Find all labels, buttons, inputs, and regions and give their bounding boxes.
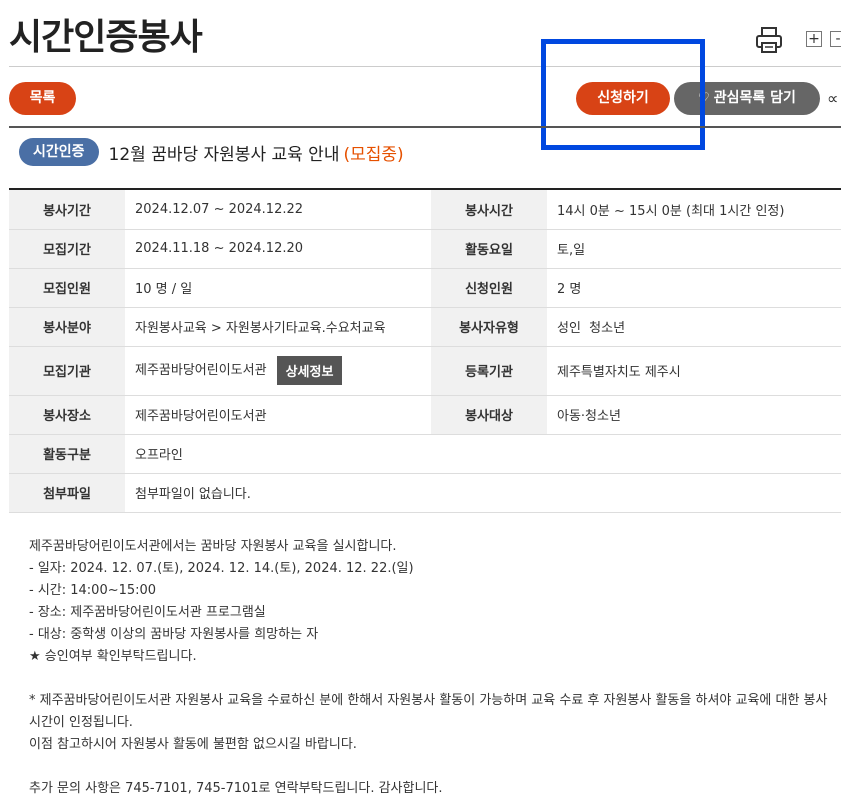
print-icon[interactable]	[753, 24, 785, 56]
share-icon[interactable]: ∝	[827, 89, 838, 108]
info-value: 토,일	[547, 229, 841, 269]
description-line: 제주꿈바당어린이도서관에서는 꿈바당 자원봉사 교육을 실시합니다.	[29, 539, 397, 554]
top-divider	[9, 66, 841, 67]
description-line: - 시간: 14:00~15:00	[29, 583, 157, 598]
info-value: 첨부파일이 없습니다.	[125, 473, 841, 513]
description-line: - 일자: 2024. 12. 07.(토), 2024. 12. 14.(토)…	[29, 561, 414, 576]
info-label: 봉사대상	[431, 395, 547, 435]
info-value: 자원봉사교육 > 자원봉사기타교육.수요처교육	[125, 307, 431, 347]
add-favorite-label: 관심목록 담기	[713, 90, 796, 106]
info-label: 모집기간	[9, 229, 125, 269]
apply-button[interactable]: 신청하기	[576, 82, 670, 115]
info-label: 등록기관	[431, 346, 547, 396]
info-value: 2024.11.18 ~ 2024.12.20	[125, 229, 431, 269]
add-favorite-button[interactable]: ♡ 관심목록 담기	[674, 82, 820, 115]
info-value: 아동·청소년	[547, 395, 841, 435]
info-label: 봉사기간	[9, 189, 125, 230]
description-line: 이점 참고하시어 자원봉사 활동에 불편함 없으시길 바랍니다.	[29, 737, 357, 752]
zoom-out-button[interactable]: -	[830, 31, 841, 47]
category-badge: 시간인증	[19, 138, 99, 166]
info-label: 봉사시간	[431, 189, 547, 230]
table-row: 봉사기간 2024.12.07 ~ 2024.12.22 봉사시간 14시 0분…	[9, 189, 841, 230]
heading-divider	[9, 126, 841, 128]
info-value: 10 명 / 일	[125, 268, 431, 308]
post-title: 12월 꿈바당 자원봉사 교육 안내	[108, 144, 340, 165]
description-line: - 장소: 제주꿈바당어린이도서관 프로그램실	[29, 605, 266, 620]
info-label: 첨부파일	[9, 473, 125, 513]
zoom-in-button[interactable]: +	[806, 31, 822, 47]
table-row: 봉사장소 제주꿈바당어린이도서관 봉사대상 아동·청소년	[9, 395, 841, 435]
info-value: 14시 0분 ~ 15시 0분 (최대 1시간 인정)	[547, 189, 841, 230]
info-label: 모집기관	[9, 346, 125, 396]
info-value: 제주꿈바당어린이도서관	[125, 395, 431, 435]
table-row: 모집기관 제주꿈바당어린이도서관 상세정보 등록기관 제주특별자치도 제주시	[9, 346, 841, 396]
info-value: 제주특별자치도 제주시	[547, 346, 841, 396]
status-badge: (모집중)	[343, 144, 404, 165]
info-table: 봉사기간 2024.12.07 ~ 2024.12.22 봉사시간 14시 0분…	[9, 188, 841, 513]
info-label: 활동요일	[431, 229, 547, 269]
info-label: 봉사장소	[9, 395, 125, 435]
info-value: 2024.12.07 ~ 2024.12.22	[125, 189, 431, 230]
info-label: 봉사자유형	[431, 307, 547, 347]
description-line: 추가 문의 사항은 745-7101, 745-7101로 연락부탁드립니다. …	[29, 781, 443, 796]
table-row: 활동구분 오프라인	[9, 434, 841, 474]
description-line: ★ 승인여부 확인부탁드립니다.	[29, 649, 197, 664]
info-value: 오프라인	[125, 434, 841, 474]
table-row: 봉사분야 자원봉사교육 > 자원봉사기타교육.수요처교육 봉사자유형 성인 청소…	[9, 307, 841, 347]
description: 제주꿈바당어린이도서관에서는 꿈바당 자원봉사 교육을 실시합니다. - 일자:…	[29, 536, 834, 800]
info-label: 봉사분야	[9, 307, 125, 347]
info-value: 성인 청소년	[547, 307, 841, 347]
description-line: - 대상: 중학생 이상의 꿈바당 자원봉사를 희망하는 자	[29, 627, 319, 642]
post-heading: 시간인증 12월 꿈바당 자원봉사 교육 안내 (모집중)	[19, 138, 404, 166]
table-row: 첨부파일 첨부파일이 없습니다.	[9, 473, 841, 513]
info-label: 신청인원	[431, 268, 547, 308]
org-name: 제주꿈바당어린이도서관	[135, 363, 267, 378]
heart-icon: ♡	[698, 91, 710, 106]
info-label: 활동구분	[9, 434, 125, 474]
detail-info-button[interactable]: 상세정보	[276, 356, 343, 385]
list-button[interactable]: 목록	[9, 82, 76, 115]
info-value: 2 명	[547, 268, 841, 308]
info-value: 제주꿈바당어린이도서관 상세정보	[125, 346, 431, 396]
page-title: 시간인증봉사	[9, 17, 203, 58]
table-row: 모집인원 10 명 / 일 신청인원 2 명	[9, 268, 841, 308]
table-row: 모집기간 2024.11.18 ~ 2024.12.20 활동요일 토,일	[9, 229, 841, 269]
info-label: 모집인원	[9, 268, 125, 308]
description-line: * 제주꿈바당어린이도서관 자원봉사 교육을 수료하신 분에 한해서 자원봉사 …	[29, 693, 828, 730]
